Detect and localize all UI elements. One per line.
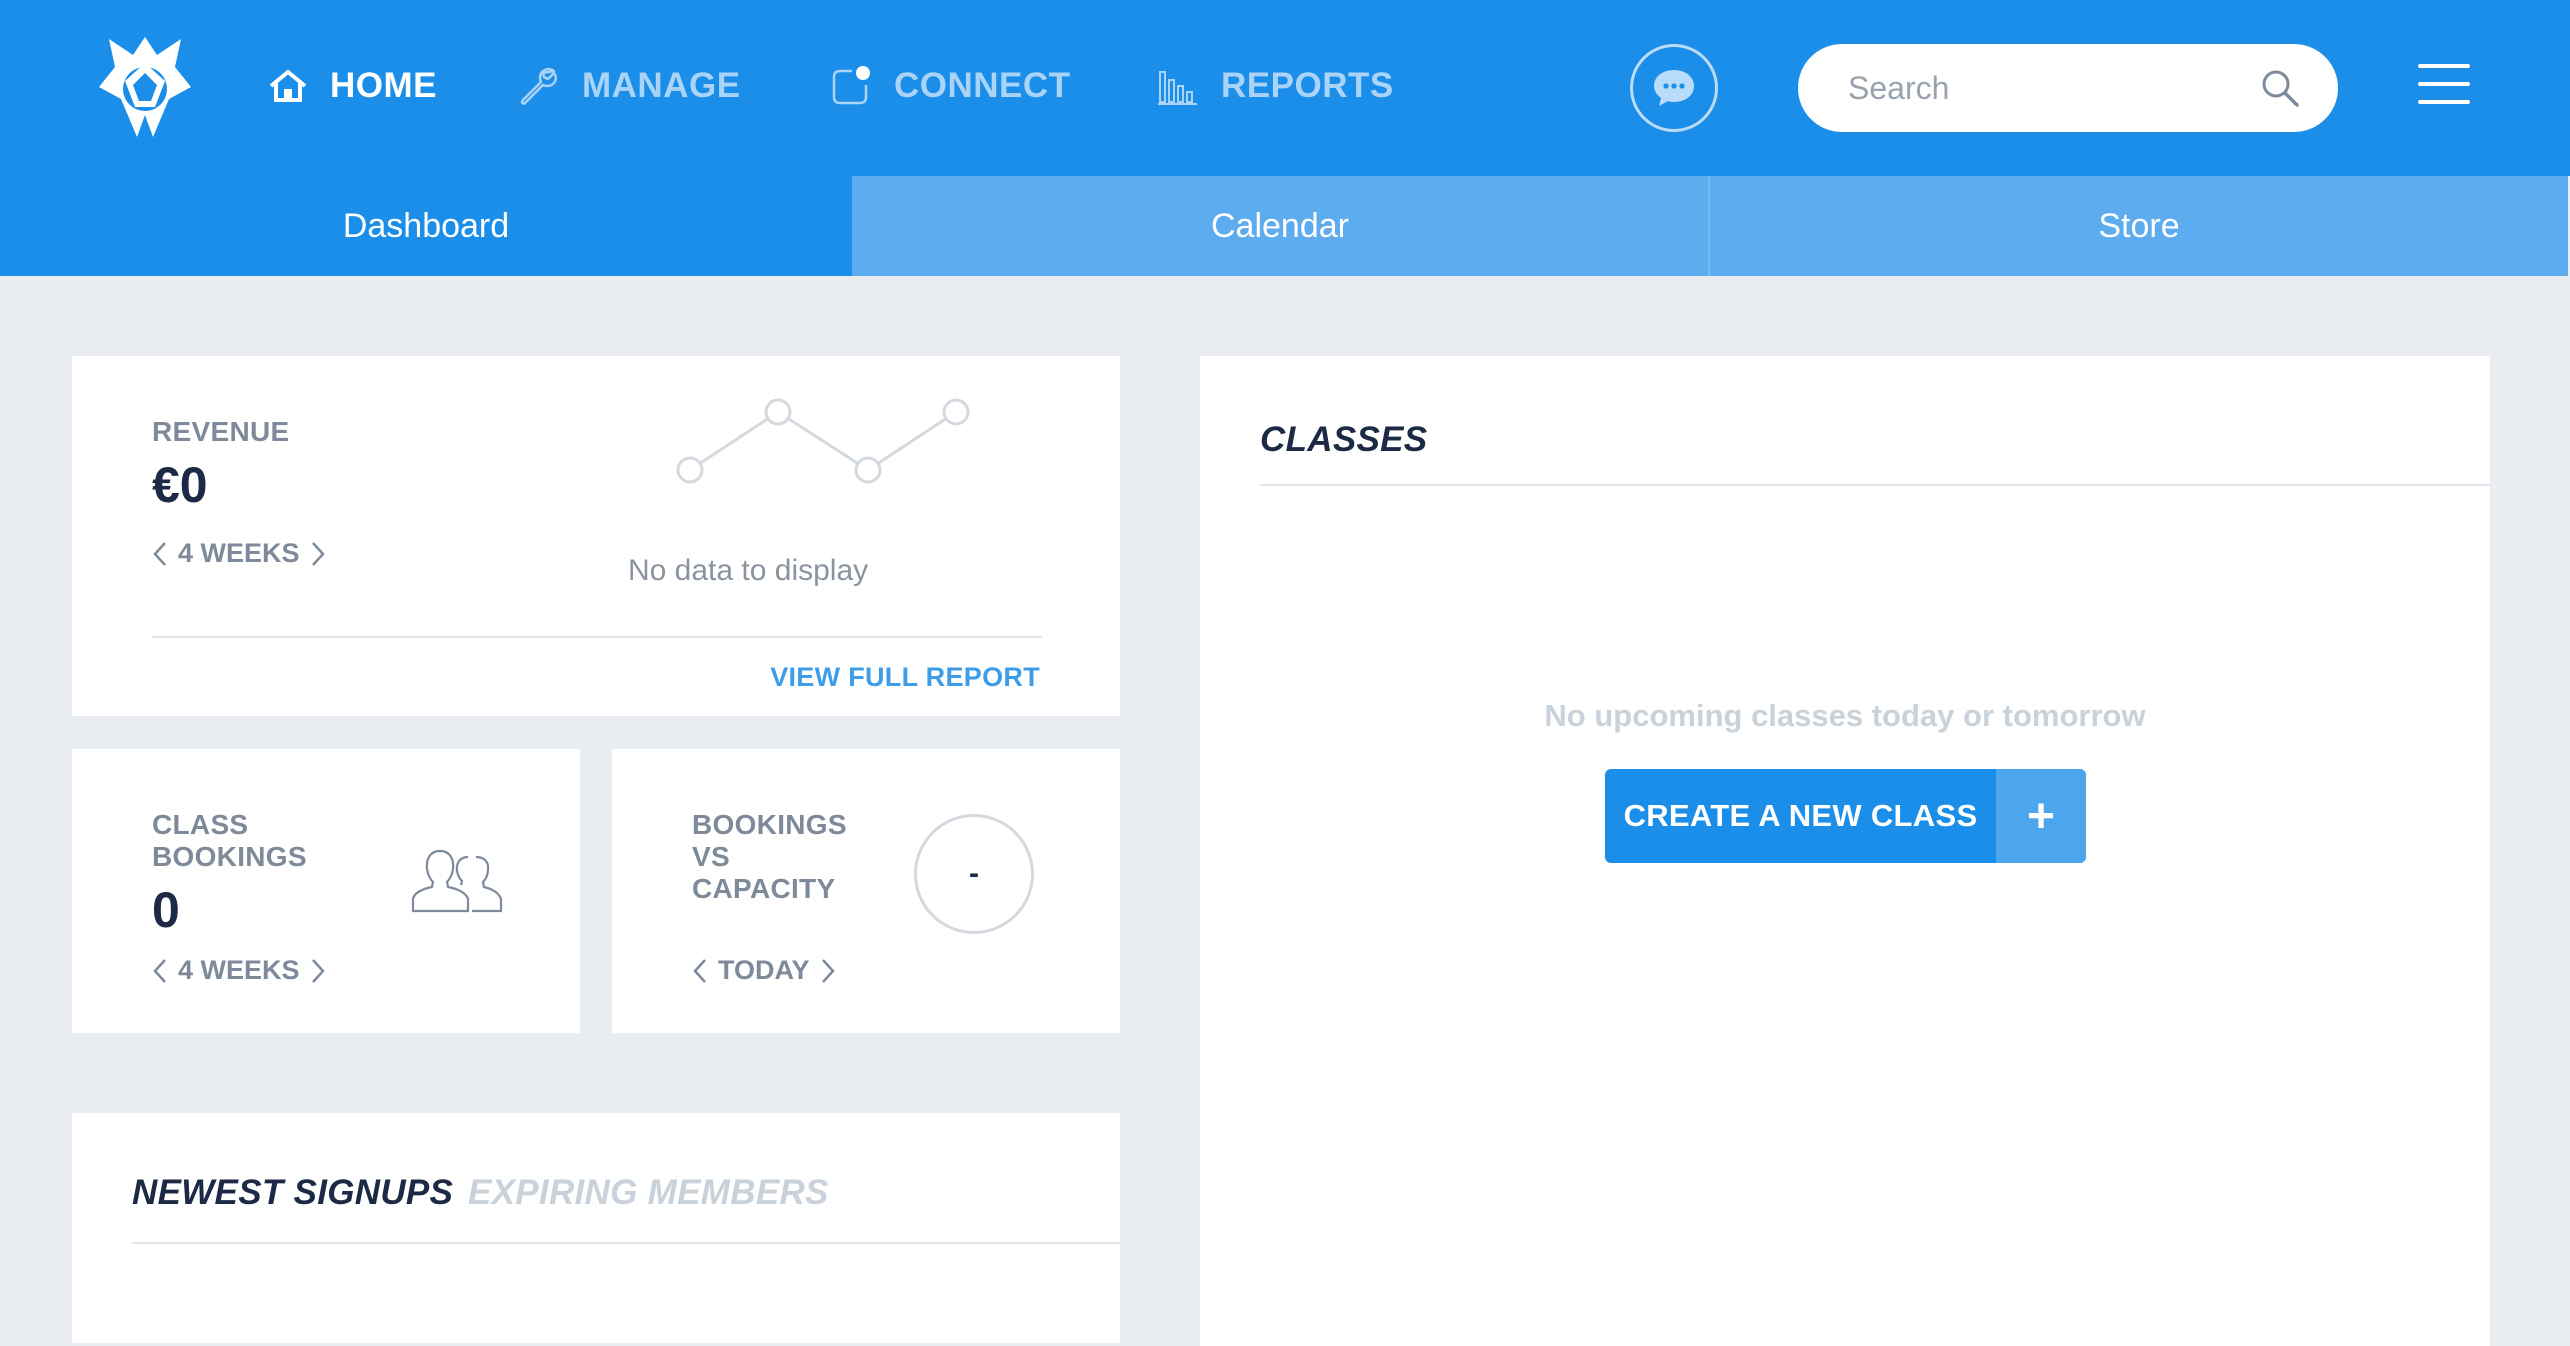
nav-connect-label: CONNECT xyxy=(894,66,1071,105)
nav-manage[interactable]: MANAGE xyxy=(518,56,741,116)
divider xyxy=(152,636,1042,638)
wrench-icon xyxy=(520,68,557,105)
class-bookings-period-selector: 4 WEEKS xyxy=(152,955,326,986)
chevron-right-icon[interactable] xyxy=(310,958,326,984)
capacity-label-line1: BOOKINGS xyxy=(692,809,847,840)
revenue-card: REVENUE €0 4 WEEKS No data to display VI… xyxy=(72,356,1120,716)
logo-icon[interactable] xyxy=(95,33,195,141)
view-full-report-link[interactable]: VIEW FULL REPORT xyxy=(770,662,1040,693)
no-data-message: No data to display xyxy=(628,554,869,587)
tab-dashboard[interactable]: Dashboard xyxy=(0,176,852,276)
tab-expiring-members[interactable]: EXPIRING MEMBERS xyxy=(468,1173,829,1213)
chat-button[interactable] xyxy=(1630,44,1718,132)
tab-newest-signups[interactable]: NEWEST SIGNUPS xyxy=(132,1173,453,1213)
classes-title: CLASSES xyxy=(1260,420,1428,459)
bookings-vs-capacity-card: BOOKINGS VS CAPACITY TODAY xyxy=(612,749,1120,1033)
class-bookings-card: CLASS BOOKINGS 0 4 WEEKS xyxy=(72,749,580,1033)
sub-tabs: Dashboard Calendar Store xyxy=(0,176,2570,276)
nav-reports-label: REPORTS xyxy=(1221,66,1394,105)
nav-connect[interactable]: CONNECT xyxy=(830,56,1071,116)
chevron-left-icon[interactable] xyxy=(692,958,708,984)
capacity-label: BOOKINGS VS CAPACITY xyxy=(692,809,847,905)
tab-calendar[interactable]: Calendar xyxy=(852,176,1710,276)
capacity-label-line3: CAPACITY xyxy=(692,873,836,904)
notification-icon xyxy=(832,66,870,105)
search-icon[interactable] xyxy=(2260,68,2300,108)
plus-icon: + xyxy=(1996,769,2086,863)
nav-manage-label: MANAGE xyxy=(582,66,741,105)
create-new-class-label: CREATE A NEW CLASS xyxy=(1623,798,1978,833)
nav-home-label: HOME xyxy=(330,66,437,105)
search-box xyxy=(1798,44,2338,132)
chevron-right-icon[interactable] xyxy=(310,541,326,567)
class-bookings-label-line2: BOOKINGS xyxy=(152,841,307,872)
capacity-label-line2: VS xyxy=(692,841,730,872)
home-icon xyxy=(269,70,307,102)
capacity-gauge: - xyxy=(914,814,1034,934)
bar-chart-icon xyxy=(1158,71,1197,105)
no-classes-message: No upcoming classes today or tomorrow xyxy=(1544,698,2146,733)
signups-card: NEWEST SIGNUPS EXPIRING MEMBERS xyxy=(72,1113,1120,1343)
revenue-period-selector: 4 WEEKS xyxy=(152,538,326,569)
create-new-class-button[interactable]: CREATE A NEW CLASS + xyxy=(1605,769,2086,863)
chevron-right-icon[interactable] xyxy=(820,958,836,984)
chevron-left-icon[interactable] xyxy=(152,958,168,984)
divider xyxy=(1260,484,2490,486)
top-navigation-bar: HOME MANAGE CONNECT REPORTS xyxy=(0,0,2570,176)
nav-home[interactable]: HOME xyxy=(268,56,437,116)
class-bookings-period-label: 4 WEEKS xyxy=(178,955,300,985)
nav-reports[interactable]: REPORTS xyxy=(1157,56,1394,116)
hamburger-menu-icon[interactable] xyxy=(2418,64,2470,104)
class-bookings-value: 0 xyxy=(152,882,180,938)
divider xyxy=(132,1242,1120,1244)
revenue-label: REVENUE xyxy=(152,416,290,447)
users-icon xyxy=(411,849,503,913)
revenue-period-label: 4 WEEKS xyxy=(178,538,300,568)
search-input[interactable] xyxy=(1848,62,2248,114)
capacity-period-label: TODAY xyxy=(718,955,810,985)
tab-store[interactable]: Store xyxy=(1710,176,2568,276)
class-bookings-label: CLASS BOOKINGS xyxy=(152,809,307,873)
empty-line-chart-icon xyxy=(676,398,970,484)
chevron-left-icon[interactable] xyxy=(152,541,168,567)
chat-bubble-icon xyxy=(1654,70,1694,106)
class-bookings-label-line1: CLASS xyxy=(152,809,249,840)
capacity-period-selector: TODAY xyxy=(692,955,836,986)
revenue-value: €0 xyxy=(152,457,208,513)
